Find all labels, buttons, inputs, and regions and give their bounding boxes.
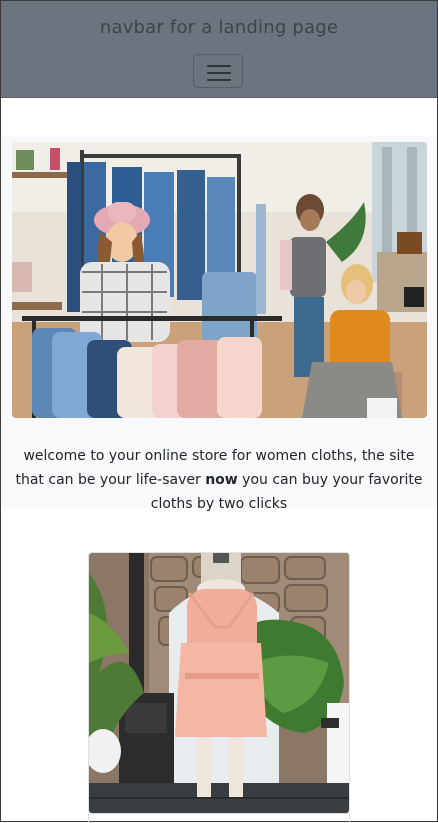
- hamburger-menu-icon: [207, 65, 231, 67]
- peach-dress-on-mannequin-photo: [89, 553, 349, 813]
- store-shopping-photo: [12, 142, 427, 418]
- hero-top-spacer: [1, 98, 437, 136]
- hero-text-emphasis: now: [205, 472, 238, 488]
- top-navbar: navbar for a landing page: [1, 1, 437, 98]
- hero-welcome-text: welcome to your online store for women c…: [9, 444, 429, 516]
- navbar-brand[interactable]: navbar for a landing page: [1, 17, 437, 38]
- hamburger-bar: [207, 72, 231, 74]
- product-card[interactable]: [88, 552, 350, 814]
- hamburger-bar: [207, 79, 231, 81]
- navbar-toggler-button[interactable]: [193, 54, 243, 88]
